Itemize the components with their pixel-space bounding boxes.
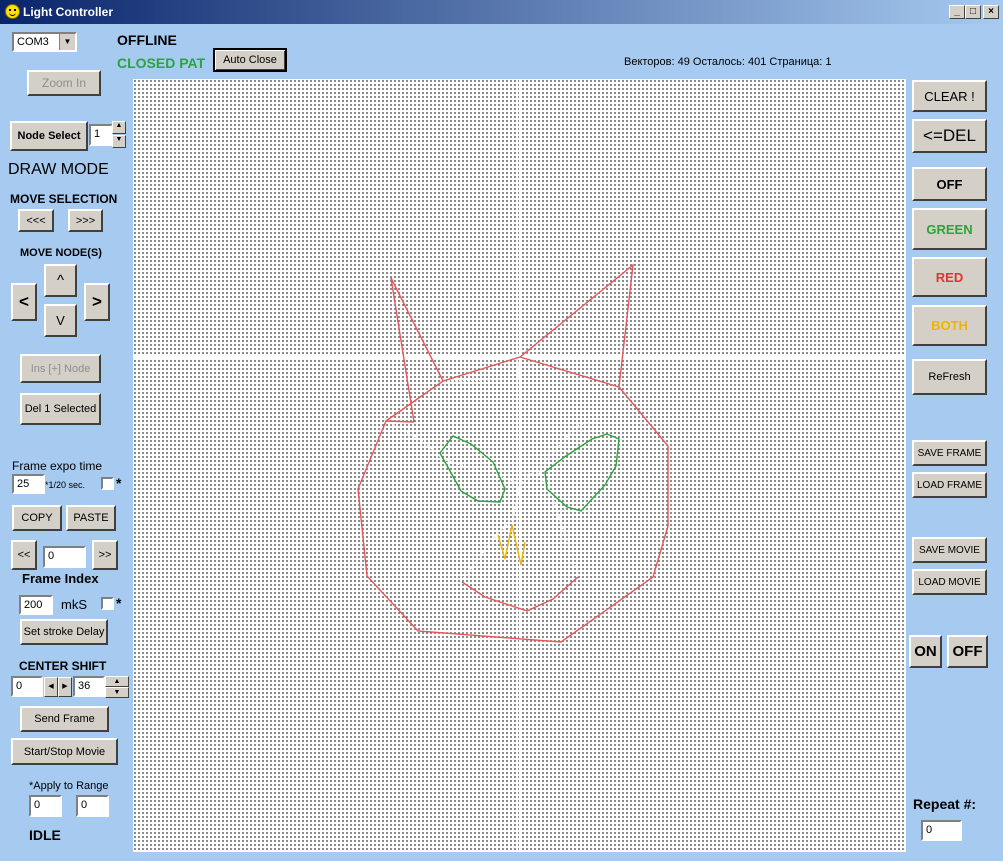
stroke-delay-field[interactable]: 200 <box>19 595 53 615</box>
auto-close-button[interactable]: Auto Close <box>213 48 287 72</box>
shift-x-right-button[interactable]: ▶ <box>58 677 72 697</box>
connection-status: OFFLINE <box>117 32 177 48</box>
drawing-canvas[interactable] <box>133 79 906 852</box>
drawing-svg <box>133 79 906 852</box>
minimize-button[interactable]: _ <box>949 5 965 19</box>
main-window: Light Controller _ □ × COM3 ▼ OFFLINE CL… <box>0 0 1003 861</box>
close-button[interactable]: × <box>983 5 999 19</box>
delay-asterisk: * <box>116 595 122 611</box>
prev-frame-button[interactable]: << <box>11 540 37 570</box>
center-shift-label: CENTER SHIFT <box>19 659 107 673</box>
start-stop-movie-button[interactable]: Start/Stop Movie <box>11 738 118 765</box>
draw-mode-label: DRAW MODE <box>8 161 109 178</box>
state-label: IDLE <box>29 827 61 843</box>
smiley-app-icon <box>5 4 20 19</box>
green-right-eye <box>544 433 620 512</box>
green-color-button[interactable]: GREEN <box>912 208 987 250</box>
set-stroke-delay-button[interactable]: Set stroke Delay <box>20 619 108 645</box>
send-frame-button[interactable]: Send Frame <box>20 706 109 732</box>
move-down-button[interactable]: V <box>44 304 77 337</box>
path-mode-label: CLOSED PAT <box>117 55 206 71</box>
shift-x-field[interactable]: 0 <box>11 676 43 697</box>
white-path-right <box>536 468 579 575</box>
delete-last-button[interactable]: <=DEL <box>912 119 987 153</box>
clear-button[interactable]: CLEAR ! <box>912 80 987 112</box>
red-inner-line <box>385 380 444 422</box>
white-path-eyes <box>385 418 600 485</box>
next-frame-button[interactable]: >> <box>92 540 118 570</box>
shift-y-field[interactable]: 36 <box>73 676 105 697</box>
maximize-button[interactable]: □ <box>965 5 981 19</box>
save-frame-button[interactable]: SAVE FRAME <box>912 440 987 466</box>
node-index-up[interactable]: ▲ <box>112 121 126 134</box>
node-index-field[interactable]: 1 <box>89 124 113 146</box>
save-movie-button[interactable]: SAVE MOVIE <box>912 537 987 563</box>
chevron-down-icon[interactable]: ▼ <box>59 34 75 50</box>
red-inner-line-right <box>519 356 620 388</box>
move-up-button[interactable]: ^ <box>44 264 77 297</box>
off-color-button[interactable]: OFF <box>912 167 987 201</box>
range-from-field[interactable]: 0 <box>29 795 62 817</box>
zoom-in-button[interactable]: Zoom In <box>27 70 101 96</box>
selection-left-button[interactable]: <<< <box>18 209 54 232</box>
node-select-button[interactable]: Node Select <box>10 121 88 151</box>
expo-unit-label: *1/20 sec. <box>45 480 86 490</box>
shift-y-up-button[interactable]: ▲ <box>105 676 129 687</box>
load-movie-button[interactable]: LOAD MOVIE <box>912 569 987 595</box>
frame-index-label: Frame Index <box>22 571 99 586</box>
title-bar: Light Controller _ □ × <box>0 0 1003 24</box>
refresh-button[interactable]: ReFresh <box>912 359 987 395</box>
range-to-field[interactable]: 0 <box>76 795 109 817</box>
both-color-button[interactable]: BOTH <box>912 305 987 346</box>
expo-time-field[interactable]: 25 <box>12 474 45 494</box>
delete-selected-button[interactable]: Del 1 Selected <box>20 393 101 425</box>
shift-y-down-button[interactable]: ▼ <box>105 687 129 698</box>
insert-node-button[interactable]: Ins [+] Node <box>20 354 101 383</box>
apply-to-range-label: *Apply to Range <box>29 780 109 792</box>
frame-index-field[interactable]: 0 <box>43 546 86 568</box>
move-nodes-label: MOVE NODE(S) <box>20 247 102 259</box>
copy-button[interactable]: COPY <box>12 505 62 531</box>
frame-expo-label: Frame expo time <box>12 459 103 473</box>
white-path-mouth-left <box>462 483 521 580</box>
repeat-label: Repeat #: <box>913 796 977 812</box>
window-title: Light Controller <box>23 5 113 19</box>
delay-unit-label: mkS <box>61 597 87 612</box>
com-port-value: COM3 <box>17 36 49 48</box>
node-index-down[interactable]: ▼ <box>112 135 126 148</box>
load-frame-button[interactable]: LOAD FRAME <box>912 472 987 498</box>
red-head-outline <box>357 263 669 643</box>
expo-checkbox[interactable] <box>101 477 114 490</box>
delay-checkbox[interactable] <box>101 597 114 610</box>
off-button[interactable]: OFF <box>947 635 988 668</box>
com-port-select[interactable]: COM3 ▼ <box>12 32 77 52</box>
on-button[interactable]: ON <box>909 635 942 668</box>
vector-info: Векторов: 49 Осталось: 401 Страница: 1 <box>624 56 832 68</box>
paste-button[interactable]: PASTE <box>66 505 116 531</box>
expo-asterisk: * <box>116 475 122 491</box>
red-color-button[interactable]: RED <box>912 257 987 297</box>
move-selection-label: MOVE SELECTION <box>10 192 118 206</box>
move-left-button[interactable]: < <box>11 283 37 321</box>
shift-x-left-button[interactable]: ◀ <box>44 677 58 697</box>
repeat-field[interactable]: 0 <box>921 820 962 841</box>
selection-right-button[interactable]: >>> <box>68 209 103 232</box>
move-right-button[interactable]: > <box>84 283 110 321</box>
